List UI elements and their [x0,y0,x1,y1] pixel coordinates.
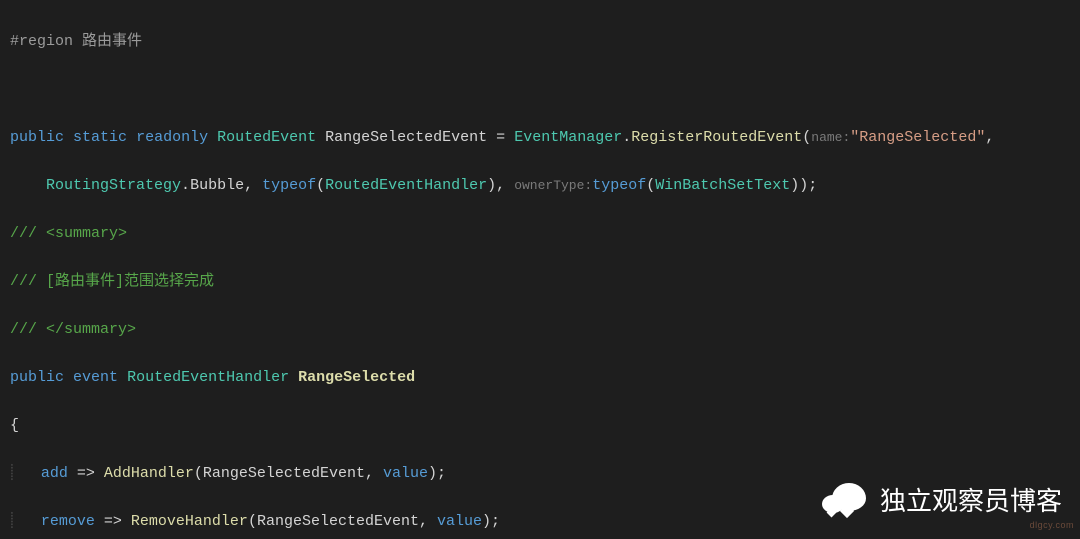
code-line: { [10,414,1080,438]
blank-line [10,78,1080,102]
doc-comment: /// <summary> [10,222,1080,246]
doc-comment: /// [路由事件]范围选择完成 [10,270,1080,294]
inline-hint: ownerType: [514,178,592,193]
inline-hint: name: [811,130,850,145]
code-line: #region 路由事件 [10,30,1080,54]
watermark-text: 独立观察员博客 [880,489,1062,513]
watermark-url: dlgcy.com [1030,513,1074,537]
region-directive: #region 路由事件 [10,33,142,50]
code-line: public event RoutedEventHandler RangeSel… [10,366,1080,390]
wechat-icon [822,481,870,521]
code-line: RoutingStrategy.Bubble, typeof(RoutedEve… [10,174,1080,198]
doc-comment: /// </summary> [10,318,1080,342]
watermark: 独立观察员博客 [822,481,1062,521]
code-line: public static readonly RoutedEvent Range… [10,126,1080,150]
code-editor[interactable]: #region 路由事件 public static readonly Rout… [0,0,1080,539]
